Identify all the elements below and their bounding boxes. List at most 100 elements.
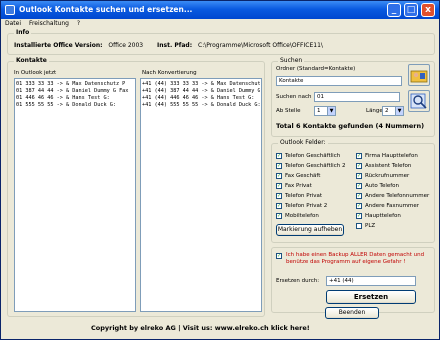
checkbox-telefon-geschaeftlich-2[interactable]: ✓ Telefon Geschäftlich 2 xyxy=(276,162,345,170)
info-legend: Info xyxy=(14,29,32,37)
laenge-value: 2 xyxy=(385,108,389,114)
checkbox-fax-privat[interactable]: ✓ Fax Privat xyxy=(276,182,312,190)
office-version-label: Installierte Office Version: xyxy=(14,42,103,49)
confirm-group: ✓ Ich habe einen Backup ALLER Daten gema… xyxy=(271,247,435,313)
checkbox-mobiltelefon[interactable]: ✓ Mobiltelefon xyxy=(276,212,319,220)
office-version-value: Office 2003 xyxy=(108,42,144,49)
checkbox-label: Haupttelefon xyxy=(365,213,401,219)
ordner-field[interactable]: Kontakte xyxy=(276,76,402,86)
checkbox-label: PLZ xyxy=(365,223,376,229)
checkbox-telefon-geschaeftlich[interactable]: ✓ Telefon Geschäftlich xyxy=(276,152,340,160)
list-item[interactable]: 01 446 46 46 -> & Hans Test G: xyxy=(16,95,134,102)
suchen-legend: Suchen xyxy=(278,57,305,65)
menu-item-help[interactable]: ? xyxy=(77,20,80,27)
kontakte-legend: Kontakte xyxy=(14,57,49,65)
checkbox-label: Fax Geschäft xyxy=(285,173,321,179)
chevron-down-icon: ▼ xyxy=(395,107,403,115)
checkbox-assistent-telefon[interactable]: ✓ Assistent Telefon xyxy=(356,162,411,170)
window-title: Outlook Kontakte suchen und ersetzen... xyxy=(19,5,193,14)
checkmark-icon: ✓ xyxy=(276,213,282,219)
checkmark-icon: ✓ xyxy=(356,173,362,179)
checkmark-icon: ✓ xyxy=(276,163,282,169)
checkbox-telefon-privat-2[interactable]: ✓ Telefon Privat 2 xyxy=(276,202,327,210)
info-row: Installierte Office Version: Office 2003… xyxy=(14,42,323,49)
ab-stelle-select[interactable]: 1 ▼ xyxy=(314,106,336,116)
total-found: Total 6 Kontakte gefunden (4 Nummern) xyxy=(276,122,425,130)
checkbox-label: Firma Haupttelefon xyxy=(365,153,418,159)
current-list-label: In Outlook jetzt xyxy=(14,70,57,76)
minimize-button[interactable]: _ xyxy=(387,3,401,17)
backup-warning-text: Ich habe einen Backup ALLER Daten gemach… xyxy=(286,252,425,265)
search-contacts-icon xyxy=(410,93,427,109)
converted-list-label: Nach Konvertierung xyxy=(142,70,197,76)
ersetzen-button[interactable]: Ersetzen xyxy=(326,290,416,304)
title-bar[interactable]: Outlook Kontakte suchen und ersetzen... … xyxy=(1,1,439,19)
checkbox-telefon-privat[interactable]: ✓ Telefon Privat xyxy=(276,192,322,200)
checkbox-firma-haupttelefon[interactable]: ✓ Firma Haupttelefon xyxy=(356,152,418,160)
current-contacts-list[interactable]: 01 333 33 33 -> & Max Datenschutz P 01 3… xyxy=(14,78,136,312)
suchen-nach-field[interactable]: 01 xyxy=(314,92,400,102)
checkbox-label: Telefon Privat xyxy=(285,193,323,199)
checkmark-icon: ✓ xyxy=(276,153,282,159)
checkbox-fax-geschaeft[interactable]: ✓ Fax Geschäft xyxy=(276,172,320,180)
checkbox-label: Telefon Geschäftlich xyxy=(285,153,341,159)
checkbox-label: Mobiltelefon xyxy=(285,213,319,219)
app-window: Outlook Kontakte suchen und ersetzen... … xyxy=(0,0,440,340)
chevron-down-icon: ▼ xyxy=(327,107,335,115)
list-item[interactable]: +41 (44) 446 46 46 -> & Hans Test G: xyxy=(142,95,260,102)
converted-contacts-list[interactable]: +41 (44) 333 33 33 -> & Max Datenschutz … xyxy=(140,78,262,312)
checkbox-andere-faxnummer[interactable]: ✓ Andere Faxnummer xyxy=(356,202,419,210)
checkmark-icon: ✓ xyxy=(356,163,362,169)
list-item[interactable]: 01 333 33 33 -> & Max Datenschutz P xyxy=(16,81,134,88)
checkbox-rueckrufnummer[interactable]: ✓ Rückrufnummer xyxy=(356,172,409,180)
checkmark-icon: ✓ xyxy=(356,203,362,209)
menu-item-freischaltung[interactable]: Freischaltung xyxy=(29,20,69,27)
search-button[interactable] xyxy=(408,90,430,112)
list-item[interactable]: +41 (44) 387 44 44 -> & Daniel Dummy G F… xyxy=(142,88,260,95)
ersetzen-durch-field[interactable]: +41 (44) xyxy=(326,276,416,286)
checkbox-auto-telefon[interactable]: ✓ Auto Telefon xyxy=(356,182,399,190)
suchen-group: Suchen Ordner (Standard=Kontakte) Kontak… xyxy=(271,57,435,137)
laenge-select[interactable]: 2 ▼ xyxy=(382,106,404,116)
install-path-value: C:\Programme\Microsoft Office\OFFICE11\ xyxy=(198,42,323,49)
felder-legend: Outlook Felder: xyxy=(278,139,328,147)
checkbox-andere-telefonnummer[interactable]: ✓ Andere Telefonnummer xyxy=(356,192,429,200)
checkbox-label: Andere Telefonnummer xyxy=(365,193,430,199)
install-path-label: Inst. Pfad: xyxy=(157,42,193,49)
checkbox-label: Telefon Geschäftlich 2 xyxy=(285,163,346,169)
checkmark-icon: ✓ xyxy=(356,213,362,219)
copyright-footer[interactable]: Copyright by elreko AG | Visit us: www.e… xyxy=(91,324,310,332)
checkbox-haupttelefon[interactable]: ✓ Haupttelefon xyxy=(356,212,401,220)
beenden-button[interactable]: Beenden xyxy=(325,307,379,319)
ersetzen-durch-label: Ersetzen durch: xyxy=(276,278,320,284)
close-button[interactable]: x xyxy=(421,3,435,17)
checkmark-icon: ✓ xyxy=(276,203,282,209)
maximize-button[interactable]: □ xyxy=(404,3,418,17)
checkbox-label: Andere Faxnummer xyxy=(365,203,420,209)
list-item[interactable]: 01 555 55 55 -> & Donald Duck G: xyxy=(16,102,134,109)
checkmark-icon: ✓ xyxy=(356,193,362,199)
checkbox-plz[interactable]: PLZ xyxy=(356,222,375,230)
checkbox-label: Assistent Telefon xyxy=(365,163,412,169)
checkbox-empty-icon xyxy=(356,223,362,229)
backup-confirm-checkbox[interactable]: ✓ xyxy=(276,252,286,260)
folder-contacts-icon xyxy=(410,70,428,83)
suchen-nach-label: Suchen nach xyxy=(276,94,312,100)
menu-item-datei[interactable]: Datei xyxy=(5,20,21,27)
list-item[interactable]: +41 (44) 555 55 55 -> & Donald Duck G: xyxy=(142,102,260,109)
info-group: Info Installierte Office Version: Office… xyxy=(7,29,435,55)
unmark-button[interactable]: Markierung aufheben xyxy=(276,224,344,236)
kontakte-group: Kontakte In Outlook jetzt Nach Konvertie… xyxy=(7,57,265,317)
checkmark-icon: ✓ xyxy=(276,253,282,259)
checkmark-icon: ✓ xyxy=(356,183,362,189)
app-icon xyxy=(5,5,15,15)
folder-select-button[interactable] xyxy=(408,64,430,86)
list-item[interactable]: 01 387 44 44 -> & Daniel Dummy G Fax xyxy=(16,88,134,95)
checkbox-label: Fax Privat xyxy=(285,183,312,189)
checkbox-label: Telefon Privat 2 xyxy=(285,203,328,209)
list-item[interactable]: +41 (44) 333 33 33 -> & Max Datenschutz … xyxy=(142,81,260,88)
ordner-label: Ordner (Standard=Kontakte) xyxy=(276,66,356,72)
laenge-label: Länge xyxy=(366,108,383,114)
outlook-felder-group: Outlook Felder: ✓ Telefon Geschäftlich ✓ T… xyxy=(271,139,435,243)
ab-stelle-value: 1 xyxy=(317,108,321,114)
